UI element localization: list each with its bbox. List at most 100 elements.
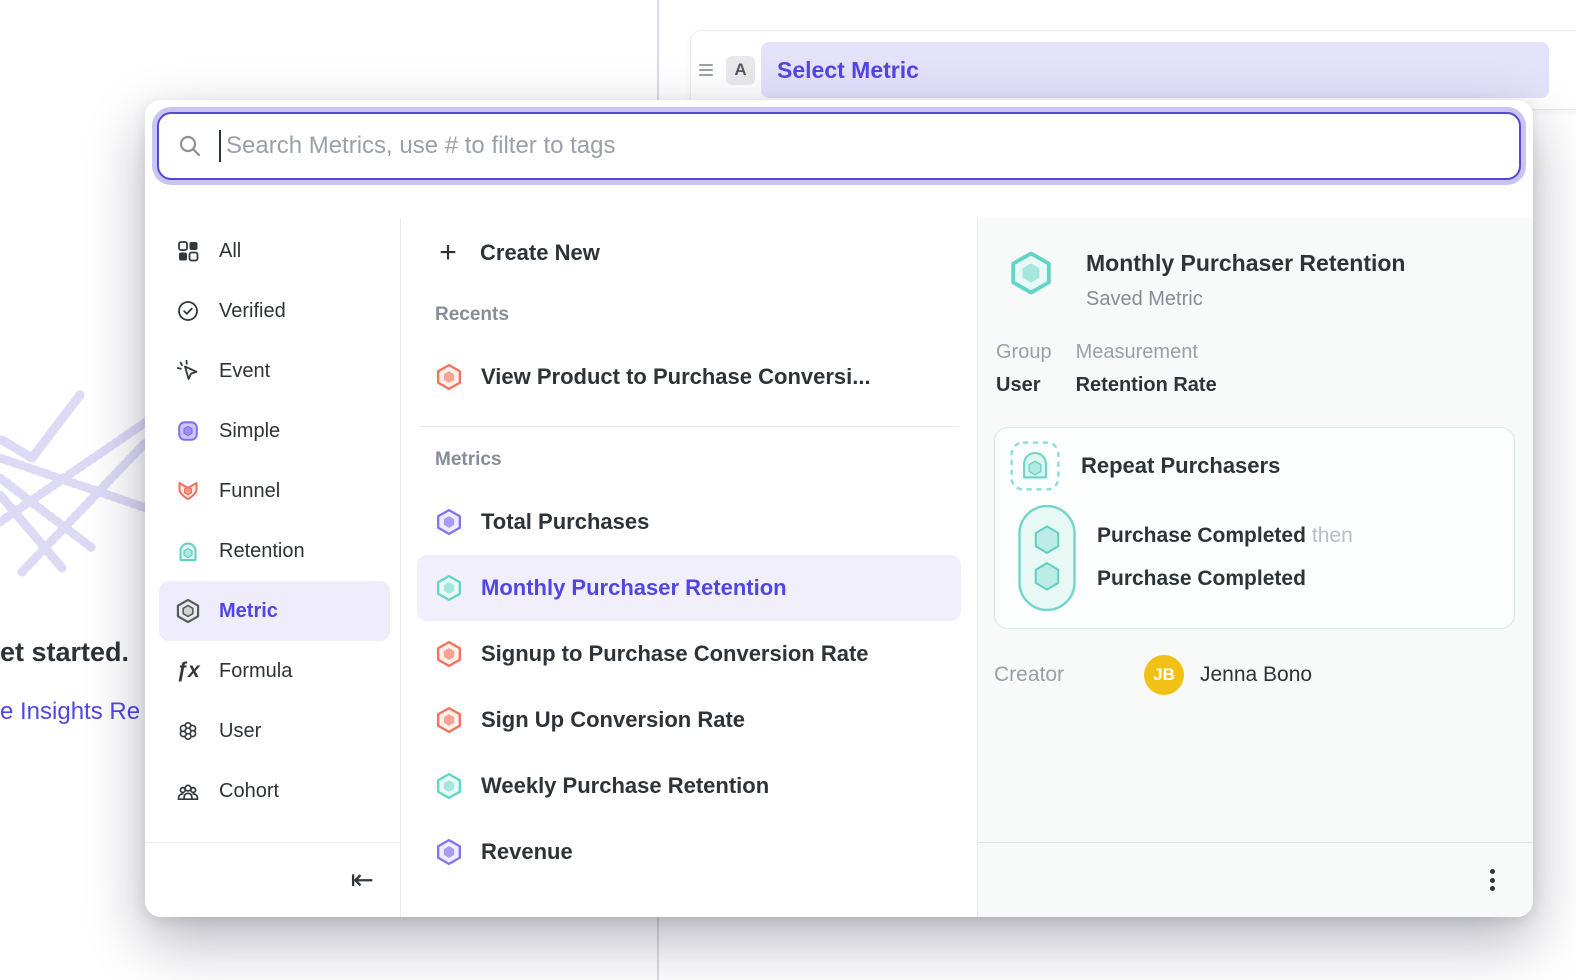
detail-subtitle: Saved Metric [1086, 288, 1405, 311]
list-item-label: Total Purchases [481, 509, 649, 535]
cohort-people-icon [175, 778, 201, 804]
sidebar-item-simple[interactable]: Simple [159, 401, 390, 461]
sidebar-item-all[interactable]: All [159, 221, 390, 281]
app-root: { "background": { "partial_heading": "et… [0, 0, 1576, 980]
sidebar-item-label: Verified [219, 300, 286, 323]
detail-footer [978, 842, 1533, 917]
create-new-label: Create New [480, 240, 600, 266]
list-item-metric[interactable]: Signup to Purchase Conversion Rate [417, 621, 961, 687]
retention-definition-icon [1009, 440, 1061, 492]
sidebar-item-label: Cohort [219, 780, 279, 803]
definition-name: Repeat Purchasers [1081, 453, 1280, 479]
creator-label: Creator [994, 663, 1144, 687]
sidebar-item-funnel[interactable]: Funnel [159, 461, 390, 521]
metric-picker-modal: All Verified [145, 100, 1533, 917]
modal-columns: All Verified [145, 218, 1533, 917]
funnel-steps-icon [1017, 504, 1077, 612]
list-item-metric[interactable]: Sign Up Conversion Rate [417, 687, 961, 753]
sidebar-item-label: User [219, 720, 261, 743]
formula-fx-icon: ƒx [175, 658, 201, 684]
step-event: Purchase Completed [1097, 567, 1353, 591]
list-item-label: Signup to Purchase Conversion Rate [481, 641, 869, 667]
metric-hexagon-icon [435, 507, 463, 537]
query-builder-row: A Select Metric [690, 30, 1576, 110]
search-bar[interactable] [157, 112, 1521, 180]
list-item-label: Sign Up Conversion Rate [481, 707, 745, 733]
sidebar-item-verified[interactable]: Verified [159, 281, 390, 341]
sidebar-item-user[interactable]: User [159, 701, 390, 761]
sidebar-item-label: Retention [219, 540, 305, 563]
group-meta: Group User [996, 341, 1052, 397]
sidebar-item-metric[interactable]: Metric [159, 581, 390, 641]
search-icon [177, 133, 203, 159]
select-metric-label: Select Metric [777, 57, 919, 84]
metric-definition-card: Repeat Purchasers Purchase Completedthen… [994, 427, 1515, 629]
group-value: User [996, 374, 1052, 397]
metric-detail-panel: Monthly Purchaser Retention Saved Metric… [978, 218, 1533, 917]
cursor-click-icon [175, 358, 201, 384]
measurement-label: Measurement [1076, 341, 1217, 364]
detail-header: Monthly Purchaser Retention Saved Metric [994, 250, 1515, 311]
section-divider [419, 426, 959, 427]
sidebar-item-label: Funnel [219, 480, 280, 503]
list-item-label: Revenue [481, 839, 573, 865]
create-new-button[interactable]: + Create New [417, 224, 961, 282]
creator-name: Jenna Bono [1200, 663, 1312, 687]
drag-handle-icon[interactable] [699, 61, 717, 79]
background-heading-partial: et started. [0, 637, 129, 668]
list-item-label: Weekly Purchase Retention [481, 773, 769, 799]
metric-hexagon-icon [435, 573, 463, 603]
select-metric-button[interactable]: Select Metric [761, 42, 1549, 98]
measurement-value: Retention Rate [1076, 374, 1217, 397]
step-event: Purchase Completedthen [1097, 524, 1353, 548]
sidebar-item-label: Simple [219, 420, 280, 443]
retention-icon [175, 538, 201, 564]
sidebar-item-label: Event [219, 360, 270, 383]
metric-hexagon-icon [435, 837, 463, 867]
metric-hexagon-icon [1008, 250, 1054, 301]
detail-title: Monthly Purchaser Retention [1086, 250, 1405, 278]
list-item-metric-selected[interactable]: Monthly Purchaser Retention [417, 555, 961, 621]
metric-hexagon-icon [175, 598, 201, 624]
group-label: Group [996, 341, 1052, 364]
funnel-icon [175, 478, 201, 504]
metric-hexagon-icon [435, 705, 463, 735]
sidebar-item-label: Metric [219, 600, 278, 623]
grid-icon [175, 238, 201, 264]
sidebar-item-formula[interactable]: ƒx Formula [159, 641, 390, 701]
sidebar-item-cohort[interactable]: Cohort [159, 761, 390, 821]
text-caret [219, 130, 221, 162]
simple-metric-icon [175, 418, 201, 444]
metric-hexagon-icon [435, 362, 463, 392]
sidebar-item-label: Formula [219, 660, 292, 683]
metrics-heading: Metrics [435, 445, 961, 475]
search-input[interactable] [224, 131, 1501, 161]
background-link-partial[interactable]: e Insights Re [0, 698, 140, 726]
more-options-icon[interactable] [1490, 869, 1495, 891]
plus-icon: + [433, 236, 463, 270]
sidebar-item-label: All [219, 240, 241, 263]
detail-meta: Group User Measurement Retention Rate [996, 341, 1515, 397]
sidebar-item-retention[interactable]: Retention [159, 521, 390, 581]
measurement-meta: Measurement Retention Rate [1076, 341, 1217, 397]
collapse-sidebar-icon[interactable]: ⇤ [351, 866, 374, 894]
sidebar-item-event[interactable]: Event [159, 341, 390, 401]
metric-hexagon-icon [435, 771, 463, 801]
creator-avatar: JB [1144, 655, 1184, 695]
verified-badge-icon [175, 298, 201, 324]
sidebar-footer: ⇤ [145, 842, 400, 917]
metric-hexagon-icon [435, 639, 463, 669]
list-item-label: Monthly Purchaser Retention [481, 575, 787, 601]
list-item-metric[interactable]: Weekly Purchase Retention [417, 753, 961, 819]
metrics-list: Total Purchases Monthly Purchaser Retent… [417, 489, 961, 885]
list-item-metric[interactable]: Revenue [417, 819, 961, 885]
step-connector: then [1312, 524, 1353, 547]
user-cluster-icon [175, 718, 201, 744]
metric-list-panel: + Create New Recents View Product to Pur… [400, 218, 978, 917]
row-letter-badge: A [726, 56, 755, 85]
list-item-recent[interactable]: View Product to Purchase Conversi... [417, 344, 961, 410]
list-item-metric[interactable]: Total Purchases [417, 489, 961, 555]
definition-steps: Purchase Completedthen Purchase Complete… [1017, 504, 1500, 612]
list-item-label: View Product to Purchase Conversi... [481, 364, 871, 390]
creator-row: Creator JB Jenna Bono [994, 655, 1515, 695]
